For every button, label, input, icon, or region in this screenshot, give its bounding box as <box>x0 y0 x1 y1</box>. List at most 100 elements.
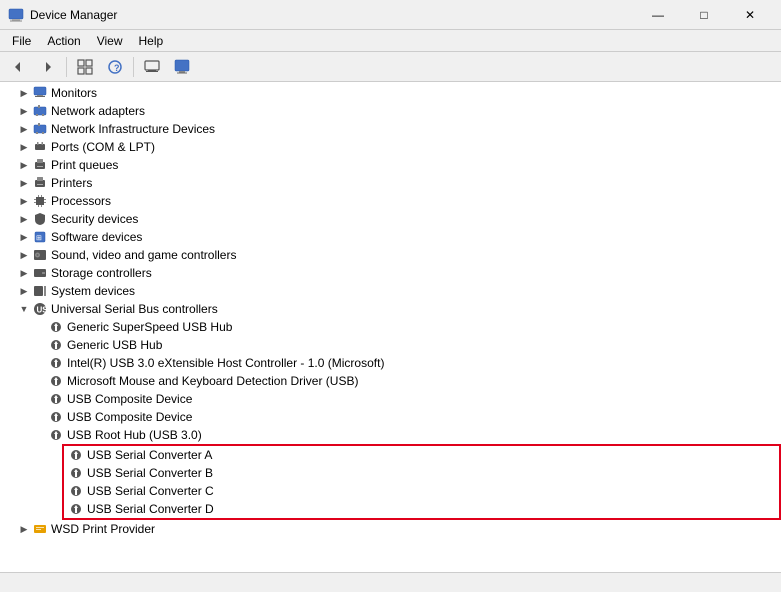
tree-arrow-network-infra[interactable]: ▶ <box>16 121 32 137</box>
tree-item-wsd[interactable]: ▶ WSD Print Provider <box>0 520 781 538</box>
usb-serial-a-icon <box>68 447 84 463</box>
main-area: ▶ Monitors ▶ Network adapters ▶ Network … <box>0 82 781 572</box>
tree-arrow-wsd[interactable]: ▶ <box>16 521 32 537</box>
tree-item-monitors[interactable]: ▶ Monitors <box>0 84 781 102</box>
usb-generic-icon <box>48 337 64 353</box>
usb-root-label: USB Root Hub (USB 3.0) <box>67 428 202 442</box>
usb-intel-icon <box>48 355 64 371</box>
window-title: Device Manager <box>30 8 635 22</box>
tree-item-usb-serial-d[interactable]: USB Serial Converter D <box>64 500 779 518</box>
menu-view[interactable]: View <box>89 30 131 52</box>
toolbar-sep1 <box>66 57 67 77</box>
tree-item-printers[interactable]: ▶ Printers <box>0 174 781 192</box>
network-adapters-label: Network adapters <box>51 104 145 118</box>
wsd-icon <box>32 521 48 537</box>
tree-item-network-adapters[interactable]: ▶ Network adapters <box>0 102 781 120</box>
tree-arrow-print-queues[interactable]: ▶ <box>16 157 32 173</box>
sound-icon <box>32 247 48 263</box>
tree-item-usb-intel[interactable]: ▶ Intel(R) USB 3.0 eXtensible Host Contr… <box>0 354 781 372</box>
tree-item-usb-mouse[interactable]: ▶ Microsoft Mouse and Keyboard Detection… <box>0 372 781 390</box>
software-icon: ⊞ <box>32 229 48 245</box>
tree-arrow-software[interactable]: ▶ <box>16 229 32 245</box>
usb-superspeed-icon <box>48 319 64 335</box>
window-controls: — □ ✕ <box>635 0 773 30</box>
tree-item-usb-serial-a[interactable]: USB Serial Converter A <box>64 446 779 464</box>
tree-item-usb-composite2[interactable]: ▶ USB Composite Device <box>0 408 781 426</box>
tree-item-usb-serial-c[interactable]: USB Serial Converter C <box>64 482 779 500</box>
tree-arrow-system[interactable]: ▶ <box>16 283 32 299</box>
menu-help[interactable]: Help <box>131 30 172 52</box>
tree-item-usb[interactable]: ▼ USB Universal Serial Bus controllers <box>0 300 781 318</box>
toolbar-computer[interactable] <box>168 55 196 79</box>
tree-arrow-security[interactable]: ▶ <box>16 211 32 227</box>
tree-arrow-monitors[interactable]: ▶ <box>16 85 32 101</box>
usb-composite1-icon <box>48 391 64 407</box>
toolbar-sep2 <box>133 57 134 77</box>
svg-text:USB: USB <box>37 306 48 315</box>
monitor-icon <box>32 85 48 101</box>
tree-arrow-processors[interactable]: ▶ <box>16 193 32 209</box>
tree-item-usb-generic[interactable]: ▶ Generic USB Hub <box>0 336 781 354</box>
network-infra-label: Network Infrastructure Devices <box>51 122 215 136</box>
storage-icon <box>32 265 48 281</box>
toolbar-refresh[interactable] <box>138 55 166 79</box>
security-label: Security devices <box>51 212 138 226</box>
monitors-label: Monitors <box>51 86 97 100</box>
tree-item-usb-composite1[interactable]: ▶ USB Composite Device <box>0 390 781 408</box>
network-adapters-icon <box>32 103 48 119</box>
svg-text:⊞: ⊞ <box>36 235 42 242</box>
printers-label: Printers <box>51 176 92 190</box>
app-icon <box>8 7 24 23</box>
tree-item-processors[interactable]: ▶ Processors <box>0 192 781 210</box>
ports-icon <box>32 139 48 155</box>
wsd-label: WSD Print Provider <box>51 522 155 536</box>
toolbar: ? <box>0 52 781 82</box>
usb-serial-d-label: USB Serial Converter D <box>87 502 214 516</box>
tree-item-security[interactable]: ▶ Security devices <box>0 210 781 228</box>
usb-serial-c-label: USB Serial Converter C <box>87 484 214 498</box>
usb-serial-b-icon <box>68 465 84 481</box>
tree-item-software[interactable]: ▶ ⊞ Software devices <box>0 228 781 246</box>
toolbar-back[interactable] <box>4 55 32 79</box>
tree-arrow-ports[interactable]: ▶ <box>16 139 32 155</box>
usb-mouse-icon <box>48 373 64 389</box>
minimize-button[interactable]: — <box>635 0 681 30</box>
ports-label: Ports (COM & LPT) <box>51 140 155 154</box>
tree-arrow-storage[interactable]: ▶ <box>16 265 32 281</box>
tree-arrow-sound[interactable]: ▶ <box>16 247 32 263</box>
toolbar-properties[interactable]: ? <box>101 55 129 79</box>
usb-serial-c-icon <box>68 483 84 499</box>
tree-item-ports[interactable]: ▶ Ports (COM & LPT) <box>0 138 781 156</box>
tree-item-storage[interactable]: ▶ Storage controllers <box>0 264 781 282</box>
printers-icon <box>32 175 48 191</box>
svg-text:?: ? <box>114 63 120 73</box>
maximize-button[interactable]: □ <box>681 0 727 30</box>
menu-file[interactable]: File <box>4 30 39 52</box>
toolbar-forward[interactable] <box>34 55 62 79</box>
usb-icon: USB <box>32 301 48 317</box>
tree-item-usb-root[interactable]: ▶ USB Root Hub (USB 3.0) <box>0 426 781 444</box>
tree-item-print-queues[interactable]: ▶ Print queues <box>0 156 781 174</box>
usb-intel-label: Intel(R) USB 3.0 eXtensible Host Control… <box>67 356 384 370</box>
tree-item-network-infra[interactable]: ▶ Network Infrastructure Devices <box>0 120 781 138</box>
print-queues-label: Print queues <box>51 158 118 172</box>
tree-arrow-usb[interactable]: ▼ <box>16 301 32 317</box>
tree-item-sound[interactable]: ▶ Sound, video and game controllers <box>0 246 781 264</box>
usb-composite2-label: USB Composite Device <box>67 410 192 424</box>
tree-item-usb-superspeed[interactable]: ▶ Generic SuperSpeed USB Hub <box>0 318 781 336</box>
security-icon <box>32 211 48 227</box>
sound-label: Sound, video and game controllers <box>51 248 236 262</box>
device-tree[interactable]: ▶ Monitors ▶ Network adapters ▶ Network … <box>0 82 781 572</box>
menu-action[interactable]: Action <box>39 30 88 52</box>
tree-arrow-network-adapters[interactable]: ▶ <box>16 103 32 119</box>
toolbar-view[interactable] <box>71 55 99 79</box>
tree-arrow-printers[interactable]: ▶ <box>16 175 32 191</box>
processors-icon <box>32 193 48 209</box>
tree-item-usb-serial-b[interactable]: USB Serial Converter B <box>64 464 779 482</box>
software-label: Software devices <box>51 230 142 244</box>
processors-label: Processors <box>51 194 111 208</box>
status-bar <box>0 572 781 592</box>
close-button[interactable]: ✕ <box>727 0 773 30</box>
tree-item-system[interactable]: ▶ System devices <box>0 282 781 300</box>
usb-serial-a-label: USB Serial Converter A <box>87 448 212 462</box>
